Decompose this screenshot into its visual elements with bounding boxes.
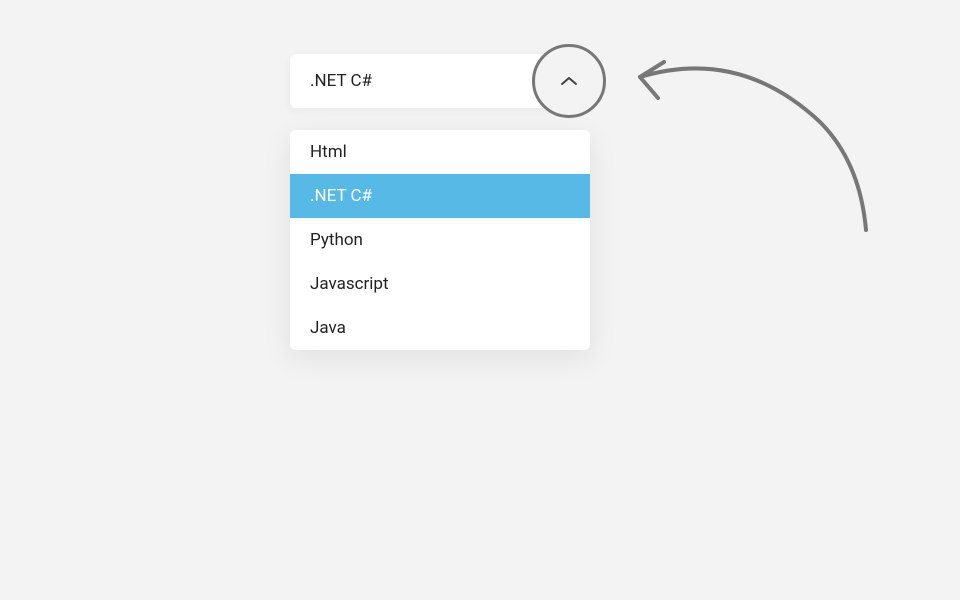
annotation-arrow-icon (620, 52, 880, 242)
dropdown-option-label: Java (310, 318, 346, 338)
dropdown-selected-value: .NET C# (310, 71, 372, 91)
dropdown-option-label: Python (310, 230, 363, 250)
dropdown-trigger[interactable]: .NET C# (290, 54, 590, 108)
dropdown-option-label: Html (310, 142, 347, 162)
dropdown-option-javascript[interactable]: Javascript (290, 262, 590, 306)
dropdown-option-label: .NET C# (310, 186, 372, 206)
dropdown-container: .NET C# Html .NET C# Python Javascript J… (290, 54, 590, 350)
dropdown-option-java[interactable]: Java (290, 306, 590, 350)
dropdown-option-netcsharp[interactable]: .NET C# (290, 174, 590, 218)
dropdown-option-python[interactable]: Python (290, 218, 590, 262)
dropdown-toggle-button[interactable] (532, 44, 606, 118)
chevron-up-icon (560, 72, 578, 90)
dropdown-options-list: Html .NET C# Python Javascript Java (290, 130, 590, 350)
dropdown-option-label: Javascript (310, 274, 389, 294)
dropdown-option-html[interactable]: Html (290, 130, 590, 174)
